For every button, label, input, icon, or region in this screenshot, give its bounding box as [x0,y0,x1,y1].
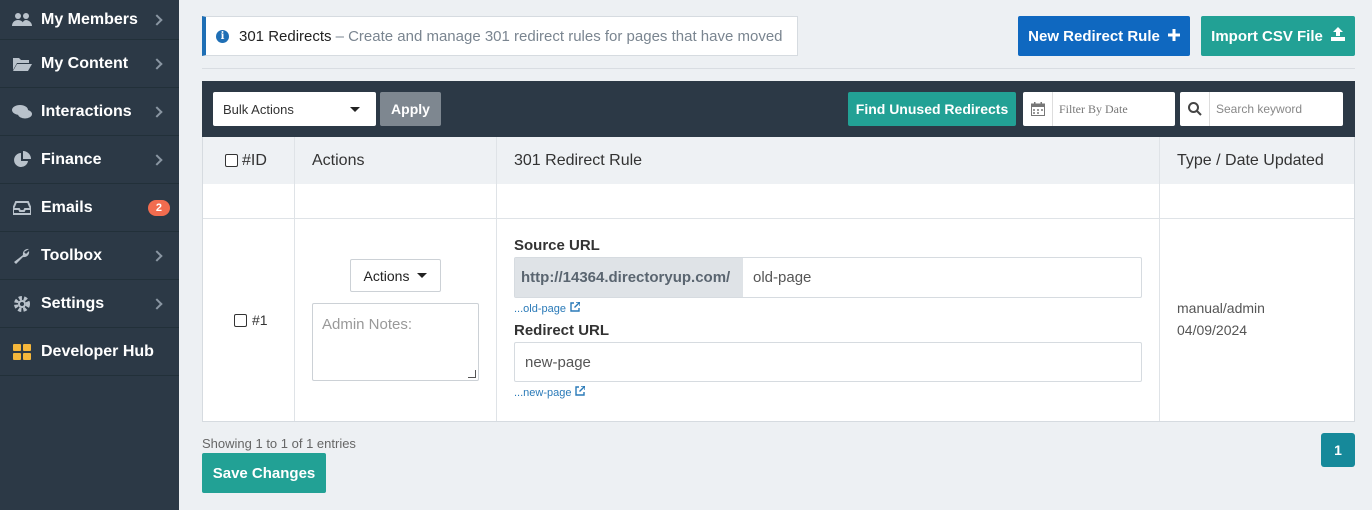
table-toolbar: Bulk Actions Apply Find Unused Redirects… [202,81,1355,137]
column-divider [1159,137,1160,421]
sidebar-item-label: Interactions [41,102,132,120]
redirect-url-label: Redirect URL [514,322,610,339]
redirects-table: #ID Actions 301 Redirect Rule Type / Dat… [202,137,1355,422]
sidebar-item-toolbox[interactable]: Toolbox [0,232,179,280]
chevron-right-icon [151,105,163,118]
inbox-icon [12,199,32,217]
filter-by-date-placeholder: Filter By Date [1059,101,1128,116]
header-divider [202,68,1355,69]
save-changes-button[interactable]: Save Changes [202,453,326,493]
chevron-right-icon [151,57,163,70]
row-actions-label: Actions [363,267,410,284]
source-url-input[interactable]: old-page [743,258,1141,297]
chat-bubbles-icon [12,103,32,121]
calendar-icon [1023,92,1053,126]
sidebar-item-emails[interactable]: Emails 2 [0,184,179,232]
upload-icon [1330,27,1345,45]
page-description: – Create and manage 301 redirect rules f… [335,27,783,45]
external-link-icon [570,301,581,315]
plus-icon [1167,28,1180,45]
column-divider [294,137,295,421]
chevron-right-icon [151,249,163,262]
sidebar-item-my-content[interactable]: My Content [0,40,179,88]
row-date-updated: 04/09/2024 [1177,322,1248,338]
members-icon [12,11,32,29]
emails-count-badge: 2 [147,199,170,216]
folder-open-icon [12,55,32,73]
search-icon [1180,92,1210,126]
row-id-cell: #1 [234,312,268,328]
source-url-link-text: ...old-page [514,302,566,315]
header-actions: Actions [312,151,365,169]
column-divider [496,137,497,421]
sidebar-item-developer-hub[interactable]: Developer Hub [0,328,179,376]
redirect-url-input[interactable]: new-page [514,342,1142,382]
entries-summary: Showing 1 to 1 of 1 entries [202,436,356,451]
caret-down-icon [417,273,428,278]
gear-icon [12,295,32,313]
header-redirect-rule: 301 Redirect Rule [514,151,643,169]
row-divider [203,218,1354,219]
new-redirect-rule-label: New Redirect Rule [1028,27,1160,45]
row-type: manual/admin [1177,300,1265,316]
pie-chart-icon [12,150,32,169]
page-info-banner: i 301 Redirects – Create and manage 301 … [202,16,798,56]
sidebar-item-label: Toolbox [41,246,103,264]
sidebar-item-my-members[interactable]: My Members [0,0,179,40]
sidebar: My Members My Content Interactions Finan… [0,0,179,510]
header-id: #ID [225,137,267,184]
admin-notes-placeholder: Admin Notes: [322,316,413,333]
external-link-icon [575,385,587,399]
select-all-checkbox[interactable] [225,154,238,167]
sidebar-item-label: Settings [41,294,105,312]
sidebar-item-label: My Content [41,54,129,72]
page-title: 301 Redirects [239,27,332,45]
source-url-field[interactable]: http://14364.directoryup.com/ old-page [514,257,1142,298]
search-keyword-input[interactable]: Search keyword [1180,92,1343,126]
info-icon: i [216,29,229,43]
find-unused-redirects-button[interactable]: Find Unused Redirects [848,92,1016,126]
filter-by-date-input[interactable]: Filter By Date [1023,92,1175,126]
redirect-url-link-text: ...new-page [514,386,572,399]
sidebar-item-settings[interactable]: Settings [0,280,179,328]
grid-icon [12,343,32,361]
row-select-checkbox[interactable] [234,313,247,327]
row-actions-dropdown[interactable]: Actions [350,259,441,292]
sidebar-item-interactions[interactable]: Interactions [0,88,179,136]
wrench-icon [12,247,32,265]
import-csv-label: Import CSV File [1211,27,1323,45]
apply-button[interactable]: Apply [380,92,441,126]
source-url-label: Source URL [514,237,600,254]
import-csv-button[interactable]: Import CSV File [1201,16,1355,56]
sidebar-item-label: My Members [41,10,138,28]
bulk-actions-select[interactable]: Bulk Actions [213,92,376,126]
row-id: #1 [252,312,268,328]
bulk-actions-value: Bulk Actions [223,101,294,117]
pagination-page-1[interactable]: 1 [1321,433,1355,467]
source-url-prefix: http://14364.directoryup.com/ [515,258,743,297]
header-type-date: Type / Date Updated [1177,151,1324,169]
resize-handle-icon[interactable] [468,370,476,378]
sidebar-item-label: Developer Hub [41,342,154,360]
new-redirect-rule-button[interactable]: New Redirect Rule [1018,16,1190,56]
sidebar-item-label: Finance [41,150,102,168]
redirect-url-link[interactable]: ...new-page [514,385,587,399]
source-url-link[interactable]: ...old-page [514,301,581,315]
chevron-right-icon [151,13,163,26]
chevron-right-icon [151,153,163,166]
chevron-right-icon [151,297,163,310]
sidebar-item-label: Emails [41,198,93,216]
admin-notes-textarea[interactable]: Admin Notes: [312,303,479,381]
caret-down-icon [350,107,360,112]
search-keyword-placeholder: Search keyword [1216,102,1303,116]
sidebar-item-finance[interactable]: Finance [0,136,179,184]
header-id-label: #ID [242,151,267,169]
